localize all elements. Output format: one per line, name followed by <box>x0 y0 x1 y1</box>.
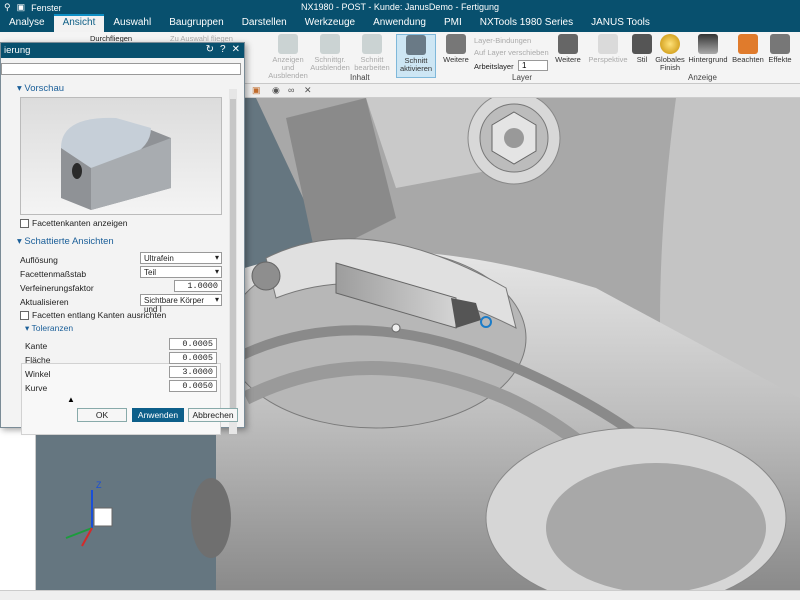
dialog-title-bar: ierung ↻ ? ✕ <box>1 43 244 58</box>
collapse-arrow-icon[interactable]: ▲ <box>67 395 75 404</box>
kurve-label: Kurve <box>25 383 48 393</box>
layer-bindungen-button[interactable]: Layer-Bindungen <box>474 36 531 45</box>
flaeche-label: Fläche <box>25 355 51 365</box>
anzeigen-ausblenden-button[interactable]: Anzeigen und Ausblenden <box>268 34 308 80</box>
tab-ansicht[interactable]: Ansicht <box>53 14 105 32</box>
aufloesung-select[interactable]: Ultrafein <box>140 252 222 264</box>
tab-janus-tools[interactable]: JANUS Tools <box>582 14 659 32</box>
aktualisieren-label: Aktualisieren <box>20 297 69 307</box>
edit-section-icon <box>362 34 382 54</box>
ribbon-tabs: Analyse Ansicht Auswahl Baugruppen Darst… <box>0 14 800 32</box>
view-toolbar: ▣ ◉ ∞ ✕ <box>244 84 800 98</box>
schnittgr-button[interactable]: Schnittgr. Ausblenden <box>310 34 350 72</box>
facettenkanten-checkbox[interactable]: Facettenkanten anzeigen <box>20 218 127 228</box>
kurve-input[interactable]: 0.0050 <box>169 380 217 392</box>
kante-input[interactable]: 0.0005 <box>169 338 217 350</box>
show-hide-icon <box>278 34 298 54</box>
winkel-input[interactable]: 3.0000 <box>169 366 217 378</box>
window-title: NX1980 - POST - Kunde: JanusDemo - Ferti… <box>301 2 499 12</box>
arbeitslayer-select[interactable]: 1 <box>518 60 548 71</box>
facettenmassstab-select[interactable]: Teil <box>140 266 222 278</box>
globales-finish-button[interactable]: Globales Finish <box>650 34 690 72</box>
tab-darstellen[interactable]: Darstellen <box>233 14 296 32</box>
preview-panel <box>20 97 222 215</box>
tab-analyse[interactable]: Analyse <box>0 14 54 32</box>
dialog-scrollbar[interactable] <box>229 89 237 434</box>
group-inhalt-label: Inhalt <box>350 73 370 82</box>
vorschau-section-header[interactable]: Vorschau <box>17 83 64 94</box>
dialog-title: ierung <box>4 45 31 56</box>
effects-icon <box>770 34 790 54</box>
perspective-icon <box>598 34 618 54</box>
layers-icon <box>558 34 578 54</box>
hintergrund-button[interactable]: Hintergrund <box>688 34 728 64</box>
filter-icon[interactable]: ✕ <box>304 85 312 96</box>
schnitt-bearbeiten-button[interactable]: Schnitt bearbeiten <box>352 34 392 72</box>
abbrechen-button[interactable]: Abbrechen <box>188 408 238 422</box>
reset-icon[interactable]: ↻ <box>206 44 214 55</box>
background-icon <box>698 34 718 54</box>
facetten-kanten-checkbox[interactable]: Facetten entlang Kanten ausrichten <box>20 310 166 320</box>
facettenmassstab-label: Facettenmaßstab <box>20 269 87 279</box>
more-icon <box>446 34 466 54</box>
kante-label: Kante <box>25 341 48 351</box>
toleranzen-header[interactable]: Toleranzen <box>25 323 73 334</box>
group-anzeige-label: Anzeige <box>688 73 717 82</box>
light-icon <box>738 34 758 54</box>
verfeinerungsfaktor-input[interactable]: 1.0000 <box>174 280 222 292</box>
view-icon[interactable]: ◉ <box>272 85 280 96</box>
schattierte-ansichten-header[interactable]: Schattierte Ansichten <box>17 236 113 247</box>
auf-layer-verschieben-button[interactable]: Auf Layer verschieben <box>474 48 549 57</box>
dialog-filter-input[interactable] <box>1 63 241 75</box>
effekte-button[interactable]: Effekte <box>760 34 800 64</box>
glasses-icon[interactable]: ∞ <box>288 85 294 95</box>
aktualisieren-select[interactable]: Sichtbare Körper und I <box>140 294 222 314</box>
tab-pmi[interactable]: PMI <box>435 14 471 32</box>
tab-nxtools[interactable]: NXTools 1980 Series <box>471 14 582 32</box>
flaeche-input[interactable]: 0.0005 <box>169 352 217 364</box>
orient-icon[interactable]: ▣ <box>252 85 261 96</box>
schnitt-aktivieren-button[interactable]: Schnitt aktivieren <box>396 34 436 78</box>
tab-auswahl[interactable]: Auswahl <box>104 14 160 32</box>
verfeinerungsfaktor-label: Verfeinerungsfaktor <box>20 283 94 293</box>
clip-section-icon <box>406 35 426 55</box>
section-hide-icon <box>320 34 340 54</box>
status-bar <box>0 590 800 600</box>
facettierung-dialog: ierung ↻ ? ✕ Vorschau Facettenkanten anz… <box>0 42 245 435</box>
finish-sphere-icon <box>660 34 680 54</box>
title-bar: ⚲ ▣ Fenster NX1980 - POST - Kunde: Janus… <box>0 0 800 14</box>
ok-button[interactable]: OK <box>77 408 127 422</box>
group-layer-label: Layer <box>512 73 533 82</box>
tab-werkzeuge[interactable]: Werkzeuge <box>296 14 364 32</box>
axis-z-label: Z <box>96 480 102 490</box>
tab-anwendung[interactable]: Anwendung <box>364 14 435 32</box>
weitere-layer-button[interactable]: Weitere <box>548 34 588 64</box>
winkel-label: Winkel <box>25 369 51 379</box>
aufloesung-label: Auflösung <box>20 255 58 265</box>
help-icon[interactable]: ? <box>220 44 226 55</box>
tab-baugruppen[interactable]: Baugruppen <box>160 14 233 32</box>
anwenden-button[interactable]: Anwenden <box>132 408 184 422</box>
close-icon[interactable]: ✕ <box>232 44 240 55</box>
style-cube-icon <box>632 34 652 54</box>
weitere-inhalt-button[interactable]: Weitere <box>436 34 476 64</box>
arbeitslayer-label: Arbeitslayer <box>474 62 514 71</box>
preview-model <box>61 117 171 210</box>
